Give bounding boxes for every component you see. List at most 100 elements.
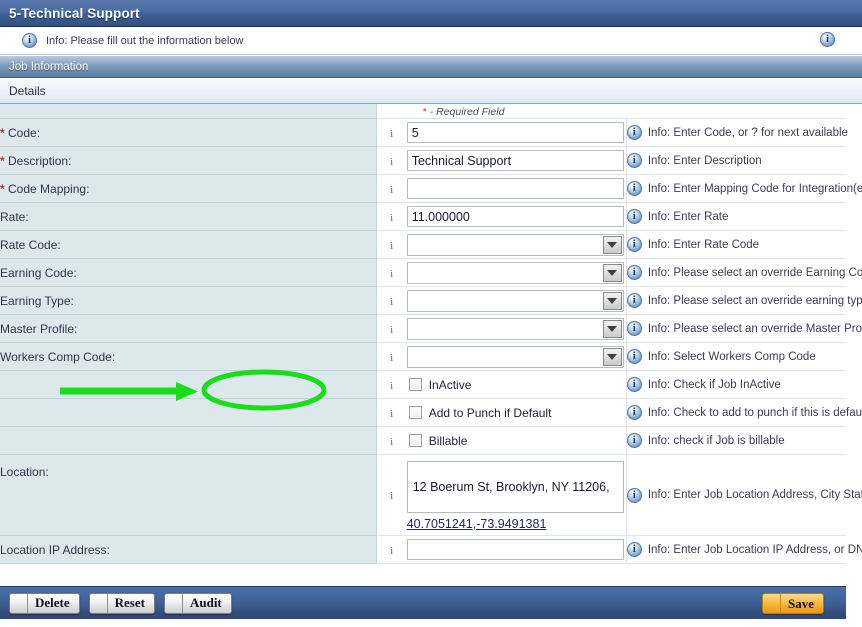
input-rate[interactable] (406, 206, 624, 227)
checkbox-label: Billable (428, 433, 468, 448)
location-coordinates-link[interactable]: 40.7051241,-73.9491381 (407, 517, 547, 531)
field-info-text: Info: Please select an override earning … (647, 294, 862, 307)
info-icon (626, 153, 642, 168)
field-info-cell: Info: Enter Rate (625, 202, 846, 231)
required-star: * (0, 153, 5, 168)
input-location-ip-address[interactable] (406, 539, 624, 560)
field-info-text: Info: Enter Job Location IP Address, or … (647, 543, 862, 556)
field-label: Master Profile: (0, 321, 78, 336)
form-table: * - Required Field * Code: i Info: Enter C… (0, 104, 862, 564)
form-row: i InActive Info: Check if Job InActive (0, 370, 846, 399)
checkbox-row[interactable]: Add to Punch if Default (407, 406, 626, 420)
reset-button[interactable]: Reset (88, 592, 155, 614)
save-button[interactable]: Save (762, 593, 824, 614)
field-label: Rate: (0, 209, 29, 224)
dropdown-earning-type[interactable] (406, 289, 624, 312)
checkbox-label: Add to Punch if Default (428, 405, 552, 420)
dropdown-value (408, 355, 413, 358)
field-hint-marker[interactable]: i (376, 258, 407, 287)
checkbox-billable[interactable] (408, 434, 422, 447)
field-hint-marker[interactable]: i (376, 314, 407, 343)
field-hint-marker[interactable]: i (376, 535, 407, 564)
chevron-down-icon[interactable] (602, 235, 622, 254)
field-hint-marker[interactable]: i (376, 342, 407, 371)
field-info-cell: Info: Enter Job Location Address, City S… (625, 454, 862, 536)
form-row: Master Profile: i Info: Please select an o… (0, 314, 862, 343)
dropdown-earning-code[interactable] (406, 261, 624, 284)
field-hint-marker[interactable]: i (376, 286, 407, 315)
field-input-cell (406, 230, 627, 259)
field-input-cell (406, 174, 627, 203)
chevron-down-icon[interactable] (602, 291, 622, 310)
field-label-cell: Rate: (0, 202, 377, 231)
field-hint-marker[interactable]: i (376, 426, 407, 455)
field-input-cell: InActive (406, 370, 627, 399)
page-title: 5-Technical Support (9, 5, 140, 21)
save-button-label: Save (788, 595, 814, 611)
field-info-text: Info: Select Workers Comp Code (647, 350, 816, 363)
input-code-mapping[interactable] (406, 178, 624, 199)
chevron-down-icon[interactable] (602, 263, 622, 282)
field-hint-marker[interactable]: i (376, 174, 407, 203)
job-information-page: 5-Technical Support Info: Please fill ou… (0, 0, 862, 627)
field-hint-marker[interactable]: i (376, 370, 407, 399)
required-field-note-row: * - Required Field (0, 104, 846, 119)
delete-button[interactable]: Delete (9, 592, 80, 614)
field-label-cell: * Code: (0, 118, 377, 147)
field-info-cell: Info: Enter Job Location IP Address, or … (625, 535, 862, 564)
info-icon (22, 33, 37, 48)
form-row: * Code: i Info: Enter Code, or ? for next … (0, 118, 848, 147)
form-row: i Billable Info: check if Job is billable (0, 426, 846, 455)
field-hint-marker[interactable]: i (376, 118, 407, 147)
information-letter-icon: i (390, 239, 394, 252)
field-info-cell: Info: Check to add to punch if this is d… (625, 398, 862, 427)
field-info-text: Info: Enter Code, or ? for next availabl… (647, 126, 848, 139)
information-letter-icon: i (390, 183, 394, 196)
input-description[interactable] (406, 150, 624, 171)
audit-button[interactable]: Audit (163, 592, 232, 614)
checkbox-inactive[interactable] (408, 378, 422, 391)
field-hint-marker[interactable]: i (376, 398, 407, 427)
field-input-cell: Add to Punch if Default (406, 398, 627, 427)
field-info-text: Info: Enter Mapping Code for Integration… (647, 182, 862, 195)
info-icon (626, 405, 642, 420)
field-hint-marker[interactable]: i (376, 454, 407, 536)
dropdown-value (408, 271, 413, 274)
info-icon (626, 542, 642, 557)
field-label-cell (0, 370, 377, 399)
field-label-cell (0, 398, 377, 427)
information-letter-icon: i (390, 351, 394, 364)
field-hint-marker[interactable]: i (376, 230, 407, 259)
info-message-bar: Info: Please fill out the information be… (0, 27, 862, 55)
dropdown-workers-comp-code[interactable] (406, 345, 624, 368)
form-row: Rate Code: i Info: Enter Rate Code (0, 230, 846, 259)
dropdown-master-profile[interactable] (406, 317, 624, 340)
checkbox-row[interactable]: Billable (407, 434, 626, 448)
field-label: Description: (8, 153, 72, 168)
field-label-cell: Earning Type: (0, 286, 377, 315)
field-label-cell: Workers Comp Code: (0, 342, 377, 371)
form-row: Location IP Address: i Info: Enter Job Loc… (0, 535, 862, 564)
field-hint-marker[interactable]: i (376, 202, 407, 231)
info-icon-right[interactable] (820, 32, 835, 48)
field-label-cell: Earning Code: (0, 258, 377, 287)
field-input-cell (406, 202, 627, 231)
checkbox-row[interactable]: InActive (407, 378, 626, 392)
window-title-bar: 5-Technical Support (0, 0, 862, 27)
dropdown-value (408, 243, 413, 246)
location-address-field[interactable]: 12 Boerum St, Brooklyn, NY 11206, (406, 461, 624, 513)
form-row: * Description: i Info: Enter Description (0, 146, 846, 175)
chevron-down-icon[interactable] (602, 347, 622, 366)
checkbox-add-to-punch-if-default[interactable] (408, 406, 422, 419)
field-label: Code Mapping: (8, 181, 90, 196)
input-code[interactable] (406, 122, 624, 143)
info-message-text: Info: Please fill out the information be… (46, 34, 244, 47)
chevron-down-icon[interactable] (602, 319, 622, 338)
required-star: * (422, 106, 427, 118)
form-row: Workers Comp Code: i Info: Select Workers … (0, 342, 846, 371)
location-address-value: 12 Boerum St, Brooklyn, NY 11206, (412, 479, 610, 494)
info-icon (626, 209, 642, 224)
field-info-cell: Info: Please select an override Master P… (625, 314, 862, 343)
dropdown-rate-code[interactable] (406, 233, 624, 256)
field-hint-marker[interactable]: i (376, 146, 407, 175)
